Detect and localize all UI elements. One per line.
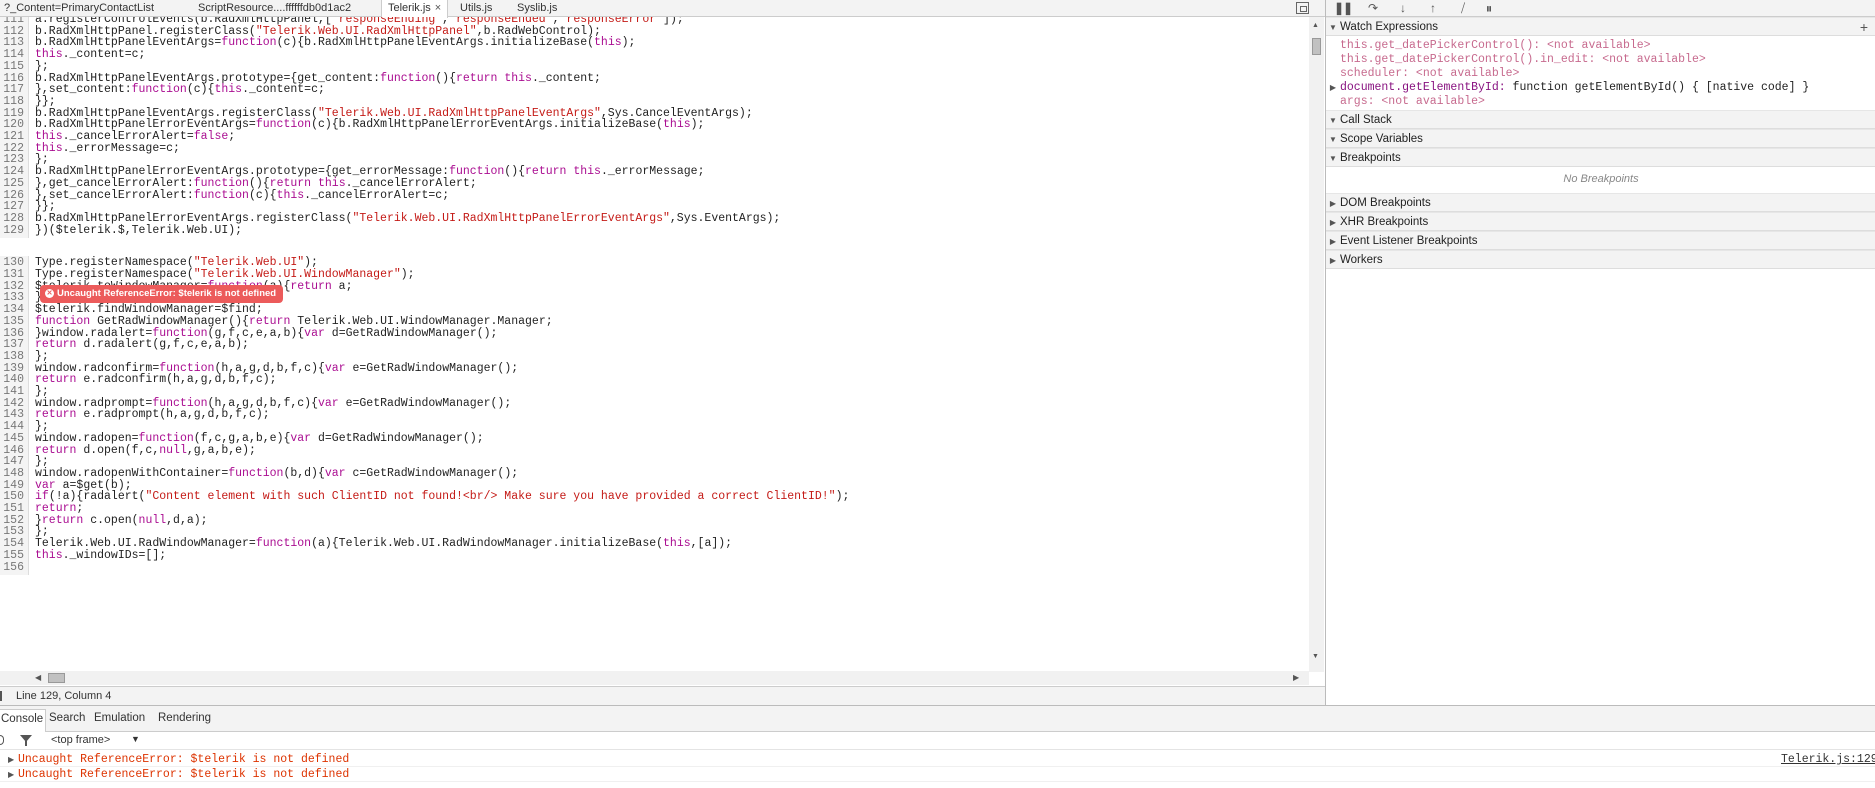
step-over-icon[interactable]: ↷ [1362, 0, 1384, 17]
toggle-sidebar-icon[interactable] [1296, 2, 1309, 14]
code-text: })($telerik.$,Telerik.Web.UI); [35, 223, 243, 237]
debugger-toolbar: ❚❚ ↷ ↓ ↑ ⧸ ⏸ [1326, 0, 1875, 17]
pause-on-exceptions-icon[interactable]: ⏸ [1478, 0, 1500, 17]
code-line[interactable]: 156 [0, 560, 1310, 575]
breakpoints-header[interactable]: ▼ Breakpoints [1326, 148, 1875, 167]
frame-select[interactable]: <top frame> [51, 734, 110, 746]
expanded-arrow-icon: ▼ [1329, 154, 1337, 163]
dropdown-arrow-icon[interactable]: ▼ [131, 734, 140, 744]
expanded-arrow-icon: ▼ [1329, 135, 1337, 144]
call-stack-header[interactable]: ▼ Call Stack [1326, 110, 1875, 129]
status-bar: Line 129, Column 4 [0, 686, 1325, 705]
collapsed-arrow-icon[interactable]: ▶ [1326, 81, 1340, 95]
vertical-scrollbar[interactable]: ▲ ▼ [1309, 17, 1324, 672]
watch-item[interactable]: args: <not available> [1326, 95, 1875, 109]
tab-telerik-js[interactable]: Telerik.js × [381, 0, 449, 18]
clear-console-icon[interactable] [0, 735, 4, 745]
collapsed-arrow-icon: ▶ [1329, 256, 1337, 265]
event-listener-breakpoints-header[interactable]: ▶ Event Listener Breakpoints [1326, 231, 1875, 250]
console-drawer: Console Search Emulation Rendering <top … [0, 705, 1875, 788]
code-editor[interactable]: 111 a.registerControlEvents(b.RadXmlHttpP… [0, 17, 1310, 672]
scroll-left-icon[interactable]: ◀ [35, 673, 41, 682]
tab-utils-js[interactable]: Utils.js [460, 0, 492, 17]
watch-expressions-header[interactable]: ▼ Watch Expressions + [1326, 17, 1875, 36]
source-pane: ?_Content=PrimaryContactList ScriptResou… [0, 0, 1325, 705]
file-tab-bar: ?_Content=PrimaryContactList ScriptResou… [0, 0, 1325, 18]
scrollbar-thumb[interactable] [48, 673, 65, 683]
workers-header[interactable]: ▶ Workers [1326, 250, 1875, 269]
collapsed-arrow-icon: ▶ [1329, 199, 1337, 208]
code-line[interactable]: 129 })($telerik.$,Telerik.Web.UI); [0, 223, 1310, 238]
expand-arrow-icon[interactable]: ▶ [8, 768, 14, 782]
collapsed-arrow-icon: ▶ [1329, 218, 1337, 227]
watch-item[interactable]: ▶ document.getElementById: function getEl… [1326, 81, 1875, 95]
line-number[interactable]: 129 [0, 223, 29, 238]
add-watch-icon[interactable]: + [1860, 18, 1868, 36]
tab-syslib-js[interactable]: Syslib.js [517, 0, 557, 17]
deactivate-breakpoints-icon[interactable]: ⧸ [1452, 0, 1474, 17]
pause-icon[interactable]: ❚❚ [1332, 0, 1354, 17]
collapsed-arrow-icon: ▶ [1329, 237, 1337, 246]
scroll-right-icon[interactable]: ▶ [1293, 673, 1299, 682]
tab-primary-contact-list[interactable]: ?_Content=PrimaryContactList [4, 0, 154, 17]
no-breakpoints-text: No Breakpoints [1563, 173, 1639, 185]
watch-item[interactable]: this.get_datePickerControl(): <not avail… [1326, 39, 1875, 53]
close-tab-icon[interactable]: × [435, 2, 441, 14]
watch-item[interactable]: scheduler: <not available> [1326, 67, 1875, 81]
console-toolbar: <top frame> ▼ [0, 732, 1875, 750]
console-message[interactable]: ▶ Uncaught ReferenceError: $telerik is n… [0, 753, 1875, 767]
scope-variables-header[interactable]: ▼ Scope Variables [1326, 129, 1875, 148]
filter-icon[interactable] [20, 735, 32, 746]
xhr-breakpoints-header[interactable]: ▶ XHR Breakpoints [1326, 212, 1875, 231]
pretty-print-icon[interactable] [0, 691, 8, 701]
debugger-sidebar: ❚❚ ↷ ↓ ↑ ⧸ ⏸ ▼ Watch Expressions + this.g… [1325, 0, 1875, 705]
drawer-tab-bar: Console Search Emulation Rendering [0, 706, 1875, 732]
source-link[interactable]: Telerik.js:129 [1781, 753, 1875, 767]
dom-breakpoints-header[interactable]: ▶ DOM Breakpoints [1326, 193, 1875, 212]
expand-arrow-icon[interactable]: ▶ [8, 753, 14, 767]
tab-script-resource[interactable]: ScriptResource....ffffffdb0d1ac2 [198, 0, 351, 17]
cursor-position: Line 129, Column 4 [16, 690, 112, 702]
tab-search[interactable]: Search [49, 712, 85, 724]
horizontal-scrollbar[interactable]: ◀ ▶ [0, 671, 1309, 685]
tab-rendering[interactable]: Rendering [158, 712, 211, 724]
scroll-down-icon[interactable]: ▼ [1312, 653, 1319, 660]
line-number[interactable]: 156 [0, 560, 29, 575]
step-out-icon[interactable]: ↑ [1422, 0, 1444, 17]
tab-console[interactable]: Console [0, 709, 47, 732]
step-into-icon[interactable]: ↓ [1392, 0, 1414, 17]
console-message[interactable]: ▶ Uncaught ReferenceError: $telerik is n… [0, 768, 1875, 782]
scroll-up-icon[interactable]: ▲ [1312, 22, 1319, 29]
expanded-arrow-icon: ▼ [1329, 116, 1337, 125]
scrollbar-thumb[interactable] [1312, 38, 1321, 55]
tab-emulation[interactable]: Emulation [94, 712, 145, 724]
watch-item[interactable]: this.get_datePickerControl().in_edit: <n… [1326, 53, 1875, 67]
expanded-arrow-icon: ▼ [1329, 23, 1337, 32]
inline-error-message: ✕ Uncaught ReferenceError: $telerik is no… [40, 285, 284, 303]
error-icon: ✕ [45, 288, 54, 298]
